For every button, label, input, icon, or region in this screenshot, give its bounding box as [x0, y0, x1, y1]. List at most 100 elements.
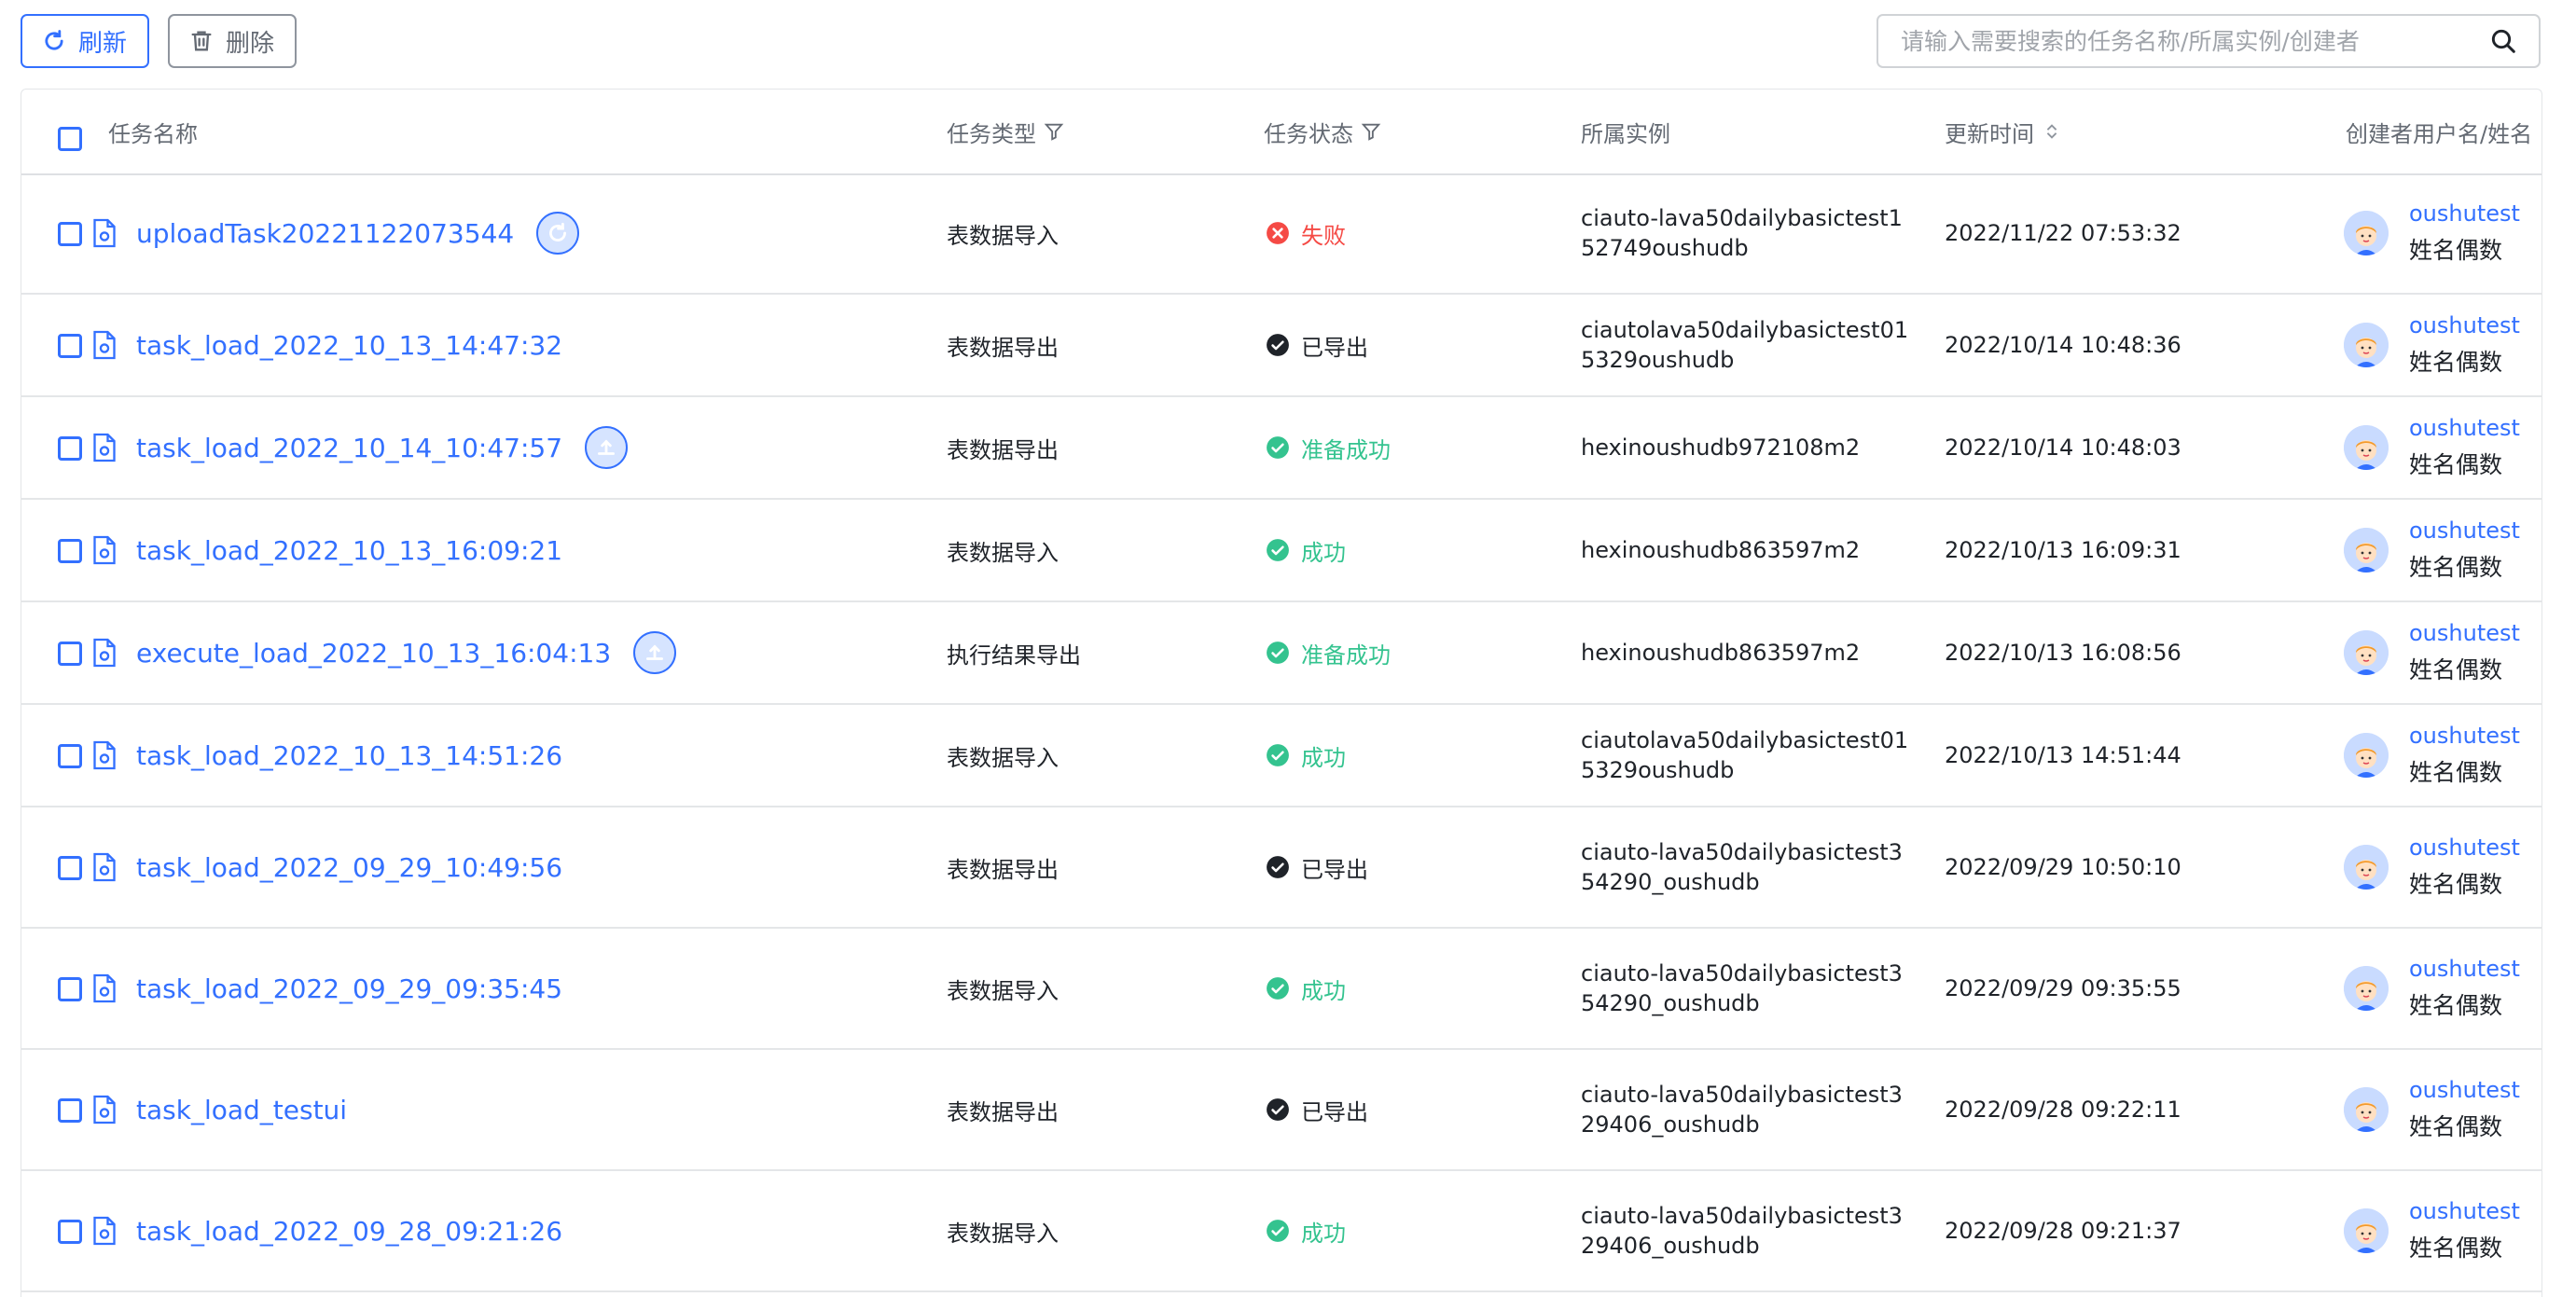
column-header-type[interactable]: 任务类型 — [947, 90, 1064, 173]
task-type-cell: 表数据导出 — [947, 295, 1059, 395]
table-row: task_load_2022_10_13_14:47:32 表数据导出 已导出 cia… — [21, 295, 2541, 397]
download-button[interactable] — [585, 426, 629, 469]
task-name-link[interactable]: execute_load_2022_10_13_16:04:13 — [136, 638, 611, 669]
task-type-cell: 表数据导入 — [947, 705, 1059, 806]
task-status-cell: 成功 — [1266, 1171, 1346, 1290]
task-name-link[interactable]: task_load_2022_10_13_14:51:26 — [136, 740, 562, 771]
updated-cell: 2022/10/13 16:08:56 — [1945, 602, 2181, 703]
task-name-link[interactable]: task_load_2022_10_13_14:47:32 — [136, 330, 562, 361]
creator-username-link[interactable]: oushutest — [2409, 312, 2520, 338]
creator-info: oushutest 姓名偶数 — [2409, 200, 2520, 266]
row-checkbox[interactable] — [58, 642, 82, 666]
refresh-icon — [45, 30, 63, 50]
task-type-cell: 表数据导入 — [947, 1171, 1059, 1290]
updated-time: 2022/09/29 09:35:55 — [1945, 975, 2181, 1001]
task-type: 表数据导入 — [947, 977, 1059, 1004]
column-label-status: 任务状态 — [1264, 120, 1353, 147]
instance-name: ciauto-lava50dailybasictest354290_oushud… — [1581, 839, 1903, 895]
instance-name: ciautolava50dailybasictest015329oushudb — [1581, 727, 1909, 783]
row-checkbox[interactable] — [58, 1098, 82, 1123]
task-name-link[interactable]: task_load_2022_10_13_16:09:21 — [136, 535, 562, 566]
avatar — [2344, 966, 2389, 1011]
toolbar: 刷新 删除 — [0, 0, 2576, 86]
select-all-checkbox[interactable] — [58, 127, 82, 151]
filter-icon[interactable] — [1044, 121, 1064, 142]
task-name-link[interactable]: task_load_2022_09_28_09:21:26 — [136, 1216, 562, 1247]
exported-check-icon — [1267, 856, 1289, 878]
search-icon[interactable] — [2488, 26, 2518, 56]
row-checkbox[interactable] — [58, 856, 82, 880]
task-name-cell: task_load_2022_10_13_14:47:32 — [91, 295, 562, 395]
task-status-cell: 成功 — [1266, 929, 1346, 1048]
download-button[interactable] — [633, 631, 677, 674]
sort-icon[interactable] — [2042, 121, 2062, 142]
creator-username-link[interactable]: oushutest — [2409, 200, 2520, 227]
task-type-cell: 执行结果导出 — [947, 602, 1081, 703]
row-checkbox[interactable] — [58, 744, 82, 768]
creator-username-link[interactable]: oushutest — [2409, 517, 2520, 544]
row-checkbox[interactable] — [58, 334, 82, 358]
updated-cell: 2022/09/28 09:22:11 — [1945, 1050, 2181, 1169]
avatar — [2344, 528, 2389, 573]
creator-display-name: 姓名偶数 — [2409, 871, 2503, 898]
retry-button[interactable] — [536, 212, 580, 255]
table-row: task_load_2022_09_29_10:49:56 表数据导出 已导出 cia… — [21, 807, 2541, 929]
task-status-cell: 准备成功 — [1266, 397, 1391, 498]
creator-username-link[interactable]: oushutest — [2409, 723, 2520, 749]
row-checkbox[interactable] — [58, 539, 82, 563]
task-name-link[interactable]: uploadTask20221122073544 — [136, 218, 514, 249]
instance-name: hexinoushudb972108m2 — [1581, 435, 1861, 461]
creator-info: oushutest 姓名偶数 — [2409, 835, 2520, 900]
task-name-cell: task_load_2022_09_29_09:35:45 — [91, 929, 562, 1048]
table-row: task_load_testui 表数据导出 已导出 ciauto-lava50dai… — [21, 1050, 2541, 1171]
task-type: 表数据导入 — [947, 222, 1059, 249]
row-checkbox[interactable] — [58, 436, 82, 461]
file-icon — [93, 740, 116, 770]
task-type: 表数据导出 — [947, 856, 1059, 883]
task-status: 已导出 — [1301, 856, 1368, 883]
search-input[interactable] — [1899, 26, 2488, 56]
refresh-button[interactable]: 刷新 — [21, 14, 149, 68]
task-name-cell: task_load_2022_10_13_14:51:26 — [91, 705, 562, 806]
task-name-link[interactable]: task_load_testui — [136, 1095, 347, 1125]
task-name-link[interactable]: task_load_2022_09_29_10:49:56 — [136, 852, 562, 883]
task-status-cell: 成功 — [1266, 705, 1346, 806]
delete-button[interactable]: 删除 — [168, 14, 297, 68]
updated-cell: 2022/10/14 10:48:03 — [1945, 397, 2181, 498]
task-name-link[interactable]: task_load_2022_10_14_10:47:57 — [136, 433, 562, 463]
creator-info: oushutest 姓名偶数 — [2409, 1077, 2520, 1142]
creator-username-link[interactable]: oushutest — [2409, 1077, 2520, 1103]
task-status-cell: 准备成功 — [1266, 602, 1391, 703]
updated-time: 2022/09/28 09:21:37 — [1945, 1218, 2181, 1244]
instance-cell: ciauto-lava50dailybasictest329406_oushud… — [1581, 1171, 1917, 1290]
creator-info: oushutest 姓名偶数 — [2409, 1198, 2520, 1263]
task-type: 表数据导入 — [947, 744, 1059, 771]
row-checkbox[interactable] — [58, 222, 82, 246]
task-status-cell: 已导出 — [1266, 1050, 1368, 1169]
file-icon — [93, 433, 116, 462]
avatar — [2344, 733, 2389, 778]
creator-username-link[interactable]: oushutest — [2409, 956, 2520, 982]
creator-username-link[interactable]: oushutest — [2409, 415, 2520, 441]
instance-cell: ciauto-lava50dailybasictest354290_oushud… — [1581, 929, 1917, 1048]
creator-username-link[interactable]: oushutest — [2409, 835, 2520, 861]
task-status: 已导出 — [1301, 1098, 1368, 1125]
task-table: 任务名称 任务类型 任务状态 所属实例 更新时间 创建者用户名/姓名 uploa… — [21, 89, 2542, 1297]
instance-cell: hexinoushudb863597m2 — [1581, 500, 1917, 600]
creator-cell: oushutest 姓名偶数 — [2344, 1171, 2520, 1290]
task-status: 准备成功 — [1301, 642, 1391, 669]
creator-username-link[interactable]: oushutest — [2409, 620, 2520, 646]
table-row: task_load_2022_10_14_10:47:57 表数据导出 准备成功 he… — [21, 397, 2541, 500]
task-name-link[interactable]: task_load_2022_09_29_09:35:45 — [136, 973, 562, 1004]
column-header-status[interactable]: 任务状态 — [1264, 90, 1381, 173]
row-checkbox[interactable] — [58, 1220, 82, 1244]
column-header-updated[interactable]: 更新时间 — [1945, 90, 2062, 173]
creator-info: oushutest 姓名偶数 — [2409, 956, 2520, 1021]
creator-display-name: 姓名偶数 — [2409, 1235, 2503, 1262]
creator-username-link[interactable]: oushutest — [2409, 1198, 2520, 1224]
refresh-label: 刷新 — [78, 29, 128, 58]
filter-icon[interactable] — [1361, 121, 1381, 142]
row-checkbox[interactable] — [58, 977, 82, 1001]
creator-info: oushutest 姓名偶数 — [2409, 517, 2520, 583]
task-type: 表数据导出 — [947, 1098, 1059, 1125]
